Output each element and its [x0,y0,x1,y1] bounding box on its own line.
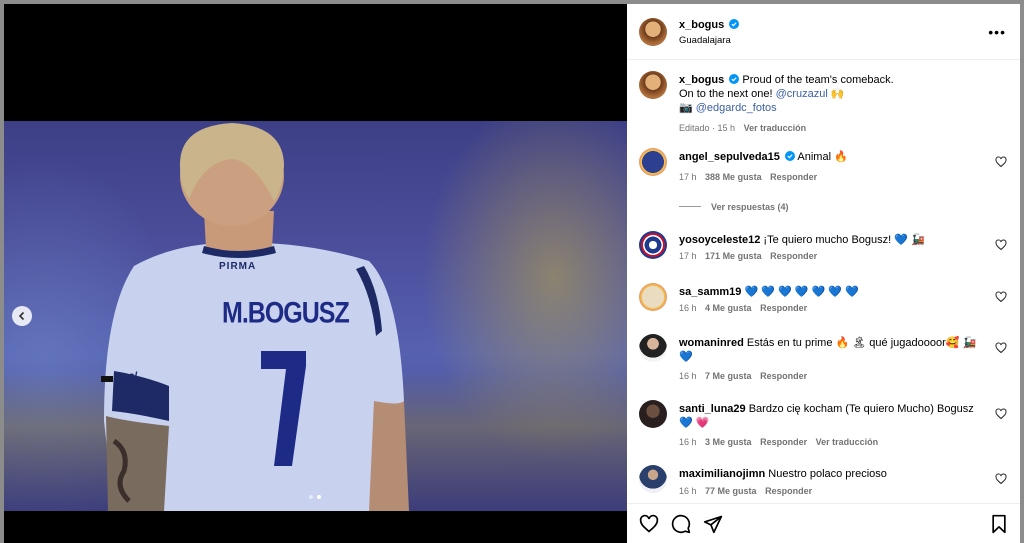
reply-button[interactable]: Responder [760,303,807,313]
like-comment-icon[interactable] [995,473,1007,485]
author-username-text[interactable]: x_bogus [679,19,724,31]
reply-button[interactable]: Responder [770,172,817,182]
view-replies-button[interactable]: Ver respuestas (4) [679,202,789,212]
commenter-avatar[interactable] [639,283,667,311]
comment-username[interactable]: maximilianojimn [679,468,765,480]
share-icon[interactable] [703,514,723,534]
more-options-icon[interactable]: ••• [988,24,1006,40]
caption-edited-time: Editado · 15 h [679,123,736,133]
commenter-avatar[interactable] [639,231,667,259]
comment-body: Nuestro polaco precioso [768,468,887,480]
comments-list[interactable]: x_bogus Proud of the team's comeback. On… [627,61,1020,503]
comment-text: womaninred Estás en tu prime 🔥 🏝 qué jug… [679,336,979,364]
post-sidebar: x_bogus Guadalajara ••• x_bogus Proud of… [627,4,1020,543]
photo-credit-mention[interactable]: @edgardc_fotos [696,102,777,114]
jersey-name: M.BOGUSZ [222,296,350,330]
verified-icon [729,74,740,84]
post-modal: PIRMA M.BOGUSZ gool x_bogus Guadalajara … [0,0,1024,543]
comment-username[interactable]: angel_sepulveda15 [679,151,780,163]
commenter-avatar[interactable] [639,148,667,176]
like-comment-icon[interactable] [995,156,1007,168]
verified-icon [729,19,740,29]
comment-time: 16 h [679,303,697,313]
comment-username[interactable]: sa_samm19 [679,286,741,298]
comment-meta: 17 h 388 Me gusta Responder [679,172,817,182]
like-comment-icon[interactable] [995,342,1007,354]
comment-time: 17 h [679,172,697,182]
comment-likes[interactable]: 171 Me gusta [705,251,762,261]
author-username[interactable]: x_bogus [679,19,740,31]
comment-body: Animal 🔥 [797,151,848,163]
carousel-dot-active [317,495,321,499]
author-avatar[interactable] [639,18,667,46]
post-media: PIRMA M.BOGUSZ gool [4,4,627,543]
post-header: x_bogus Guadalajara ••• [627,4,1020,60]
comment-likes[interactable]: 7 Me gusta [705,371,752,381]
comment-time: 17 h [679,251,697,261]
camera-emoji: 📷 [679,102,693,114]
comment-likes[interactable]: 3 Me gusta [705,437,752,447]
comment-meta: 16 h 77 Me gusta Responder [679,486,812,496]
chevron-left-icon [18,311,25,321]
reply-button[interactable]: Responder [760,437,807,447]
save-icon[interactable] [989,514,1009,534]
reply-button[interactable]: Responder [760,371,807,381]
jersey-sleeve-text: gool [116,371,138,382]
comment-text: maximilianojimn Nuestro polaco precioso [679,467,979,481]
comment-body: ¡Te quiero mucho Bogusz! 💙 🚂 [763,234,925,246]
jersey-sponsor: PIRMA [219,261,257,272]
like-comment-icon[interactable] [995,408,1007,420]
author-avatar[interactable] [639,71,667,99]
comment-username[interactable]: womaninred [679,337,744,349]
comment-meta: 16 h 4 Me gusta Responder [679,303,807,313]
commenter-avatar[interactable] [639,334,667,362]
comment-likes[interactable]: 388 Me gusta [705,172,762,182]
carousel-dot [309,495,313,499]
caption-body: x_bogus Proud of the team's comeback. On… [679,73,999,135]
comment-icon[interactable] [671,514,691,534]
like-comment-icon[interactable] [995,291,1007,303]
comment-text: sa_samm19 💙 💙 💙 💙 💙 💙 💙 [679,285,979,299]
comment-username[interactable]: yosoyceleste12 [679,234,760,246]
carousel-dots [309,495,321,499]
reply-button[interactable]: Responder [770,251,817,261]
comment-meta: 16 h 3 Me gusta Responder Ver traducción [679,437,878,447]
reply-button[interactable]: Responder [765,486,812,496]
comment-time: 16 h [679,371,697,381]
commenter-avatar[interactable] [639,465,667,493]
comment-text: angel_sepulveda15 Animal 🔥 [679,150,979,164]
comment-time: 16 h [679,437,697,447]
translate-button[interactable]: Ver traducción [744,123,807,133]
previous-slide-button[interactable] [12,306,32,326]
caption-meta: Editado · 15 h Ver traducción [679,121,999,135]
comment-meta: 17 h 171 Me gusta Responder [679,251,817,261]
verified-icon [784,151,795,161]
post-photo: PIRMA M.BOGUSZ gool [4,121,627,511]
comment-likes[interactable]: 77 Me gusta [705,486,757,496]
comment-time: 16 h [679,486,697,496]
comment-body: 💙 💙 💙 💙 💙 💙 💙 [744,286,859,298]
caption-username[interactable]: x_bogus [679,74,724,86]
caption-mention[interactable]: @cruzazul [776,88,828,100]
comment-text: yosoyceleste12 ¡Te quiero mucho Bogusz! … [679,233,979,247]
translate-button[interactable]: Ver traducción [816,437,879,447]
like-icon[interactable] [639,514,659,534]
commenter-avatar[interactable] [639,400,667,428]
comment-meta: 16 h 7 Me gusta Responder [679,371,807,381]
caption-line-1: Proud of the team's comeback. [742,74,894,86]
comment-likes[interactable]: 4 Me gusta [705,303,752,313]
post-location[interactable]: Guadalajara [679,35,731,46]
caption-line-2: On to the next one! [679,88,773,100]
caption-emoji: 🙌 [830,88,845,100]
comment-username[interactable]: santi_luna29 [679,403,746,415]
comment-text: santi_luna29 Bardzo cię kocham (Te quier… [679,402,979,430]
post-actions [627,503,1020,543]
like-comment-icon[interactable] [995,239,1007,251]
